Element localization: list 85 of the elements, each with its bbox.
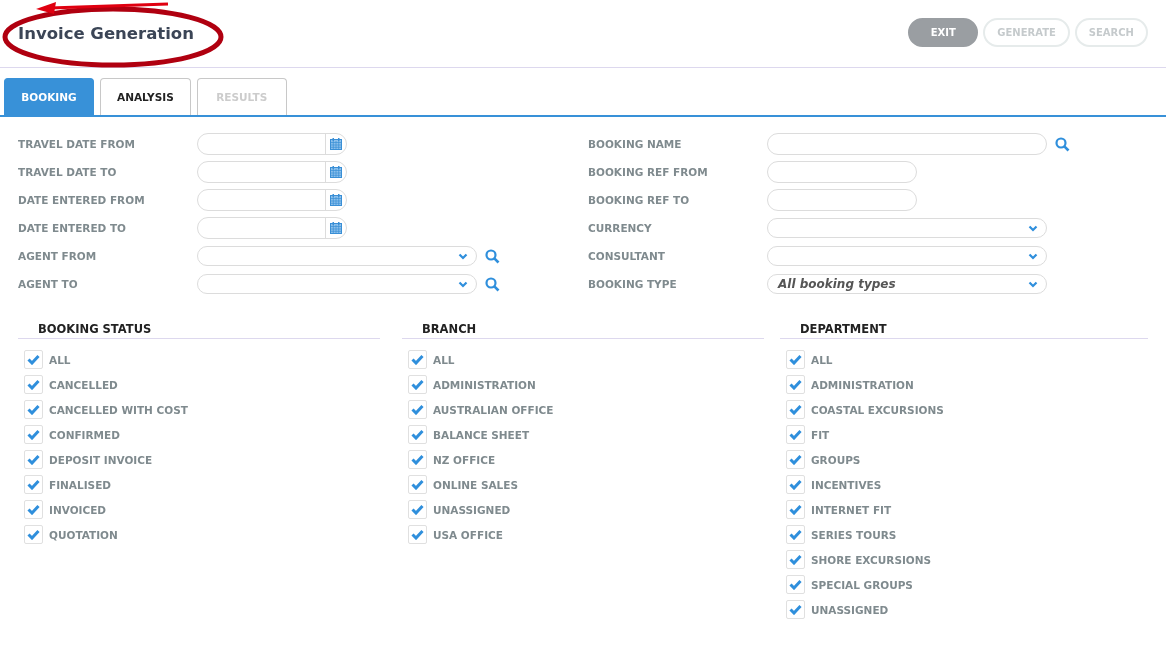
checkbox-label: INTERNET FIT (811, 503, 892, 516)
checkbox-label: FINALISED (49, 478, 112, 491)
checkbox[interactable] (786, 550, 805, 569)
checkbox[interactable] (24, 450, 43, 469)
checkbox-label: USA OFFICE (433, 528, 503, 541)
calendar-icon (330, 166, 342, 178)
section-heading: BRANCH (402, 322, 764, 339)
checkbox-label: NZ OFFICE (433, 453, 496, 466)
checkbox-label: BALANCE SHEET (433, 428, 530, 441)
checkbox[interactable] (786, 575, 805, 594)
checkbox[interactable] (786, 375, 805, 394)
checkbox-label: FIT (811, 428, 830, 441)
search-icon[interactable] (1055, 136, 1070, 152)
checkbox[interactable] (408, 525, 427, 544)
checkbox[interactable] (786, 450, 805, 469)
checkbox-label: ALL (49, 353, 71, 366)
field-label: AGENT TO (18, 278, 79, 290)
field-label: AGENT FROM (18, 250, 98, 262)
chevron-down-icon (458, 280, 468, 288)
section-heading: BOOKING STATUS (18, 322, 380, 339)
page-title: Invoice Generation (18, 24, 194, 43)
checkbox-label: CANCELLED (49, 378, 118, 391)
checkbox-label: UNASSIGNED (433, 503, 511, 516)
checkbox-label: CANCELLED WITH COST (49, 403, 188, 416)
checkbox[interactable] (786, 425, 805, 444)
checkbox[interactable] (786, 350, 805, 369)
checkbox[interactable] (24, 500, 43, 519)
checkbox[interactable] (408, 425, 427, 444)
field-label: BOOKING TYPE (588, 278, 678, 290)
header-button[interactable]: EXIT (908, 17, 979, 47)
checkbox[interactable] (408, 475, 427, 494)
checkbox[interactable] (24, 475, 43, 494)
checkbox[interactable] (24, 350, 43, 369)
calendar-icon (330, 222, 342, 234)
checkbox-label: UNASSIGNED (811, 603, 889, 616)
tab[interactable]: BOOKING (4, 78, 94, 115)
chevron-down-icon (1028, 280, 1038, 288)
checkbox-label: ONLINE SALES (433, 478, 519, 491)
checkbox[interactable] (24, 525, 43, 544)
search-icon[interactable] (485, 248, 500, 264)
checkbox[interactable] (408, 375, 427, 394)
checkbox-label: INVOICED (49, 503, 107, 516)
checkbox-label: DEPOSIT INVOICE (49, 453, 153, 466)
checkbox[interactable] (786, 525, 805, 544)
checkbox[interactable] (786, 500, 805, 519)
checkbox-label: ADMINISTRATION (433, 378, 536, 391)
checkbox-label: GROUPS (811, 453, 861, 466)
checkbox-label: SPECIAL GROUPS (811, 578, 913, 591)
chevron-down-icon (458, 252, 468, 260)
field-label: CURRENCY (588, 222, 653, 234)
checkbox[interactable] (786, 600, 805, 619)
field-label: DATE ENTERED TO (18, 222, 128, 234)
checkbox-label: ALL (433, 353, 455, 366)
field-label: BOOKING REF FROM (588, 166, 709, 178)
checkbox-label: INCENTIVES (811, 478, 882, 491)
checkbox-label: AUSTRALIAN OFFICE (433, 403, 554, 416)
checkbox[interactable] (786, 400, 805, 419)
chevron-down-icon (1028, 252, 1038, 260)
calendar-icon (330, 138, 342, 150)
checkbox-label: CONFIRMED (49, 428, 120, 441)
tab[interactable]: ANALYSIS (100, 78, 191, 115)
checkbox-label: COASTAL EXCURSIONS (811, 403, 944, 416)
field-label: TRAVEL DATE TO (18, 166, 118, 178)
field-label: CONSULTANT (588, 250, 666, 262)
checkbox-label: QUOTATION (49, 528, 118, 541)
calendar-icon (330, 194, 342, 206)
checkbox[interactable] (786, 475, 805, 494)
chevron-down-icon (1028, 224, 1038, 232)
checkbox-label: SHORE EXCURSIONS (811, 553, 932, 566)
checkbox-label: ALL (811, 353, 833, 366)
checkbox-label: ADMINISTRATION (811, 378, 914, 391)
field-label: BOOKING REF TO (588, 194, 691, 206)
checkbox[interactable] (408, 400, 427, 419)
checkbox[interactable] (408, 450, 427, 469)
field-label: BOOKING NAME (588, 138, 683, 150)
checkbox[interactable] (24, 375, 43, 394)
field-label: TRAVEL DATE FROM (18, 138, 136, 150)
search-icon[interactable] (485, 276, 500, 292)
section-heading: DEPARTMENT (780, 322, 1148, 339)
checkbox[interactable] (24, 400, 43, 419)
checkbox[interactable] (24, 425, 43, 444)
checkbox[interactable] (408, 350, 427, 369)
checkbox[interactable] (408, 500, 427, 519)
checkbox-label: SERIES TOURS (811, 528, 897, 541)
field-label: DATE ENTERED FROM (18, 194, 146, 206)
